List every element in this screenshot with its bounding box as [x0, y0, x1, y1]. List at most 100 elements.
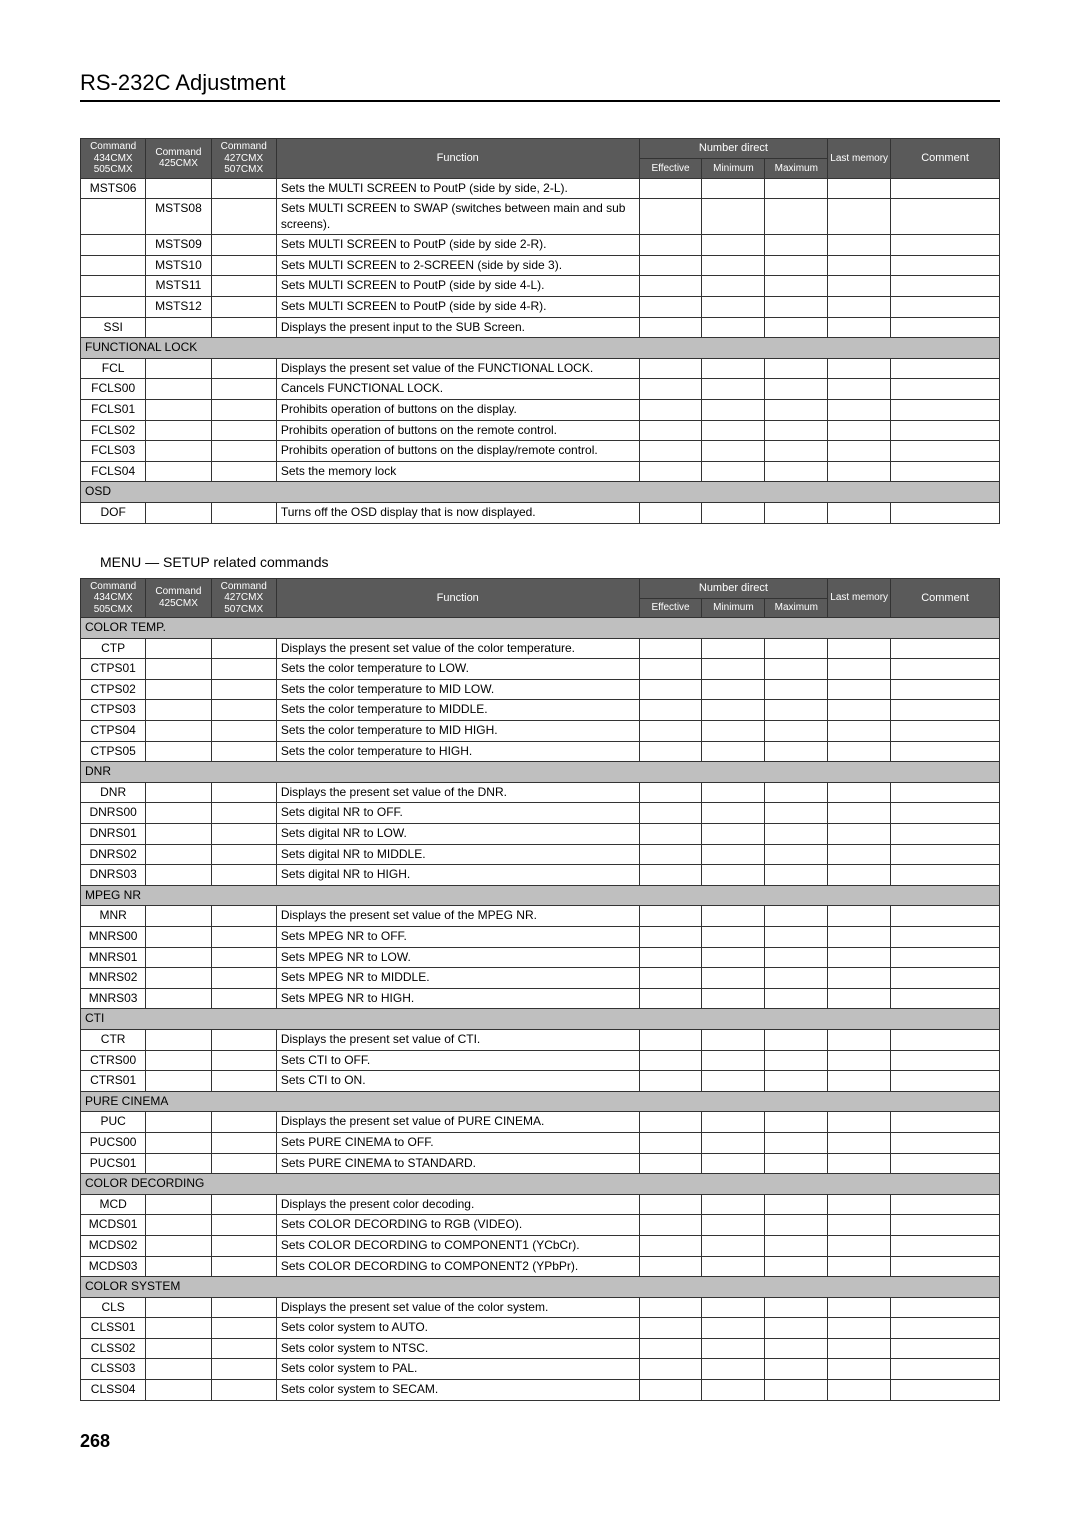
- last-memory-cell: [828, 1194, 891, 1215]
- minimum-cell: [702, 255, 765, 276]
- cmd1-cell: CLSS03: [81, 1359, 146, 1380]
- table-row: CTRS01Sets CTI to ON.: [81, 1071, 1000, 1092]
- cmd2-cell: [146, 679, 211, 700]
- cmd2-cell: [146, 947, 211, 968]
- minimum-cell: [702, 1359, 765, 1380]
- last-memory-cell: [828, 297, 891, 318]
- comment-cell: [891, 659, 1000, 680]
- minimum-cell: [702, 741, 765, 762]
- minimum-cell: [702, 844, 765, 865]
- last-memory-cell: [828, 968, 891, 989]
- minimum-cell: [702, 1256, 765, 1277]
- cmd2-cell: [146, 420, 211, 441]
- th-number-direct: Number direct: [639, 139, 828, 159]
- maximum-cell: [765, 441, 828, 462]
- minimum-cell: [702, 1132, 765, 1153]
- table-row: MNRS00Sets MPEG NR to OFF.: [81, 927, 1000, 948]
- effective-cell: [639, 1112, 702, 1133]
- comment-cell: [891, 1029, 1000, 1050]
- maximum-cell: [765, 927, 828, 948]
- effective-cell: [639, 927, 702, 948]
- comment-cell: [891, 276, 1000, 297]
- table-row: DNRS02Sets digital NR to MIDDLE.: [81, 844, 1000, 865]
- table-row: MNRS03Sets MPEG NR to HIGH.: [81, 988, 1000, 1009]
- function-cell: Displays the present input to the SUB Sc…: [276, 317, 639, 338]
- cmd3-cell: [211, 1256, 276, 1277]
- cmd3-cell: [211, 1132, 276, 1153]
- table-row: DNR: [81, 762, 1000, 783]
- function-cell: Sets COLOR DECORDING to RGB (VIDEO).: [276, 1215, 639, 1236]
- th-comment: Comment: [891, 139, 1000, 179]
- table-row: MCDDisplays the present color decoding.: [81, 1194, 1000, 1215]
- minimum-cell: [702, 700, 765, 721]
- cmd3-cell: [211, 1071, 276, 1092]
- comment-cell: [891, 968, 1000, 989]
- cmd1-cell: CTRS00: [81, 1050, 146, 1071]
- table-row: MNRDisplays the present set value of the…: [81, 906, 1000, 927]
- cmd2-cell: [146, 1380, 211, 1401]
- maximum-cell: [765, 1380, 828, 1401]
- comment-cell: [891, 178, 1000, 199]
- effective-cell: [639, 679, 702, 700]
- cmd3-cell: [211, 659, 276, 680]
- cmd3-cell: [211, 1029, 276, 1050]
- maximum-cell: [765, 947, 828, 968]
- last-memory-cell: [828, 1338, 891, 1359]
- section-label: COLOR TEMP.: [81, 618, 1000, 639]
- last-memory-cell: [828, 400, 891, 421]
- minimum-cell: [702, 1318, 765, 1339]
- table-row: MNRS02Sets MPEG NR to MIDDLE.: [81, 968, 1000, 989]
- cmd2-cell: [146, 659, 211, 680]
- table-row: FCLS00Cancels FUNCTIONAL LOCK.: [81, 379, 1000, 400]
- table-row: MSTS09Sets MULTI SCREEN to PoutP (side b…: [81, 235, 1000, 256]
- cmd3-cell: [211, 782, 276, 803]
- maximum-cell: [765, 1132, 828, 1153]
- th-maximum: Maximum: [765, 599, 828, 618]
- effective-cell: [639, 1194, 702, 1215]
- minimum-cell: [702, 1215, 765, 1236]
- maximum-cell: [765, 255, 828, 276]
- cmd3-cell: [211, 379, 276, 400]
- cmd3-cell: [211, 255, 276, 276]
- table-row: FCLDisplays the present set value of the…: [81, 358, 1000, 379]
- th-cmd1: Command434CMX505CMX: [81, 139, 146, 179]
- effective-cell: [639, 400, 702, 421]
- function-cell: Sets COLOR DECORDING to COMPONENT1 (YCbC…: [276, 1235, 639, 1256]
- function-cell: Displays the present set value of the MP…: [276, 906, 639, 927]
- comment-cell: [891, 700, 1000, 721]
- cmd3-cell: [211, 1235, 276, 1256]
- maximum-cell: [765, 358, 828, 379]
- section-label: OSD: [81, 482, 1000, 503]
- table-row: CLSS04Sets color system to SECAM.: [81, 1380, 1000, 1401]
- minimum-cell: [702, 178, 765, 199]
- command-table-2: Command434CMX505CMX Command425CMX Comman…: [80, 578, 1000, 1401]
- minimum-cell: [702, 400, 765, 421]
- th-maximum: Maximum: [765, 159, 828, 178]
- function-cell: Sets digital NR to LOW.: [276, 824, 639, 845]
- cmd2-cell: [146, 1132, 211, 1153]
- cmd1-cell: [81, 276, 146, 297]
- table-row: CTPS02Sets the color temperature to MID …: [81, 679, 1000, 700]
- cmd3-cell: [211, 1112, 276, 1133]
- cmd1-cell: FCLS01: [81, 400, 146, 421]
- comment-cell: [891, 1256, 1000, 1277]
- minimum-cell: [702, 461, 765, 482]
- last-memory-cell: [828, 865, 891, 886]
- th-cmd3: Command427CMX507CMX: [211, 139, 276, 179]
- cmd1-cell: CLSS04: [81, 1380, 146, 1401]
- last-memory-cell: [828, 1256, 891, 1277]
- table-row: CLSS03Sets color system to PAL.: [81, 1359, 1000, 1380]
- last-memory-cell: [828, 659, 891, 680]
- maximum-cell: [765, 317, 828, 338]
- function-cell: Sets digital NR to MIDDLE.: [276, 844, 639, 865]
- minimum-cell: [702, 1029, 765, 1050]
- cmd2-cell: [146, 1318, 211, 1339]
- cmd2-cell: [146, 1112, 211, 1133]
- function-cell: Displays the present set value of PURE C…: [276, 1112, 639, 1133]
- cmd3-cell: [211, 679, 276, 700]
- effective-cell: [639, 1256, 702, 1277]
- table-row: MCDS01Sets COLOR DECORDING to RGB (VIDEO…: [81, 1215, 1000, 1236]
- cmd2-cell: [146, 379, 211, 400]
- table-row: DNRDisplays the present set value of the…: [81, 782, 1000, 803]
- th-comment: Comment: [891, 578, 1000, 618]
